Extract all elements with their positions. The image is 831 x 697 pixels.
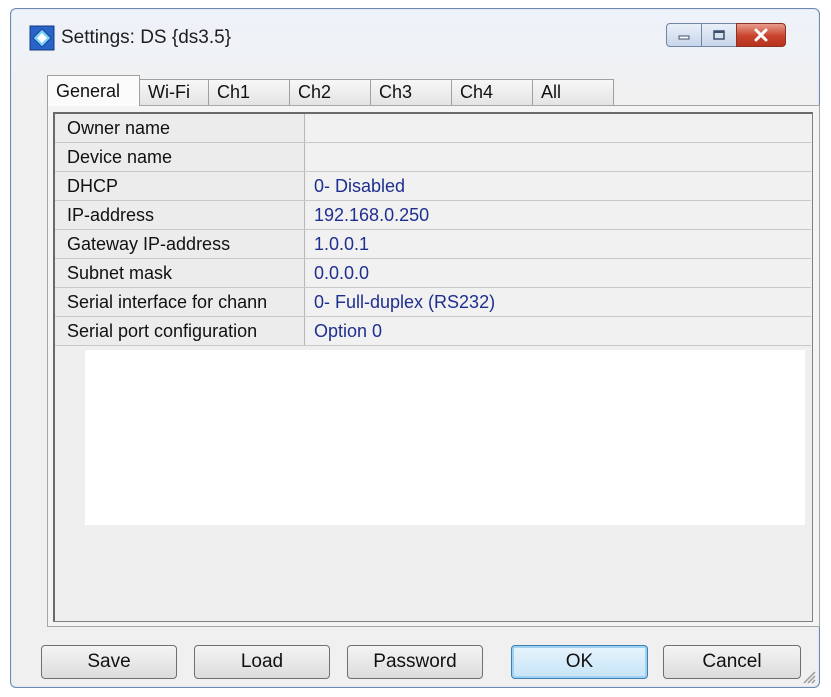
- tab-general[interactable]: General: [47, 75, 140, 106]
- password-button[interactable]: Password: [347, 645, 483, 679]
- property-label: Serial port configuration: [55, 317, 305, 345]
- tab-ch3[interactable]: Ch3: [370, 79, 452, 105]
- property-value[interactable]: 192.168.0.250: [306, 201, 811, 229]
- property-label: Device name: [55, 143, 305, 171]
- property-row-serial-port-configuration[interactable]: Serial port configuration Option 0: [55, 317, 811, 346]
- property-value[interactable]: Option 0: [306, 317, 811, 345]
- tab-panel-general: Owner name Device name DHCP 0- Disabled …: [47, 105, 820, 627]
- minimize-icon: [678, 35, 690, 40]
- tab-label: All: [541, 82, 562, 102]
- maximize-button[interactable]: [701, 23, 737, 47]
- load-button-label: Load: [240, 651, 284, 672]
- property-label: Owner name: [55, 114, 305, 142]
- property-grid[interactable]: Owner name Device name DHCP 0- Disabled …: [53, 112, 813, 622]
- property-value[interactable]: [306, 143, 811, 171]
- property-label: Serial interface for chann: [55, 288, 305, 316]
- property-label: Gateway IP-address: [55, 230, 305, 258]
- settings-app-icon: [29, 25, 55, 51]
- property-row-subnet-mask[interactable]: Subnet mask 0.0.0.0: [55, 259, 811, 288]
- title-bar[interactable]: Settings: DS {ds3.5}: [11, 9, 819, 67]
- tab-label: Ch3: [379, 82, 413, 102]
- property-label: Subnet mask: [55, 259, 305, 287]
- window-title: Settings: DS {ds3.5}: [61, 27, 232, 48]
- tab-wifi[interactable]: Wi-Fi: [139, 79, 209, 105]
- property-row-serial-interface[interactable]: Serial interface for chann 0- Full-duple…: [55, 288, 811, 317]
- tab-label: Ch2: [298, 82, 332, 102]
- property-value[interactable]: 1.0.0.1: [306, 230, 811, 258]
- property-row-dhcp[interactable]: DHCP 0- Disabled: [55, 172, 811, 201]
- property-value[interactable]: 0.0.0.0: [306, 259, 811, 287]
- property-row-owner-name[interactable]: Owner name: [55, 114, 811, 143]
- property-row-device-name[interactable]: Device name: [55, 143, 811, 172]
- grid-empty-area: [85, 350, 805, 525]
- property-label: IP-address: [55, 201, 305, 229]
- cancel-button[interactable]: Cancel: [663, 645, 801, 679]
- tab-ch1[interactable]: Ch1: [208, 79, 290, 105]
- close-button[interactable]: [736, 23, 786, 47]
- tab-label: General: [56, 81, 121, 101]
- tab-ch4[interactable]: Ch4: [451, 79, 533, 105]
- property-label: DHCP: [55, 172, 305, 200]
- close-icon: [754, 28, 768, 42]
- property-row-gateway-ip-address[interactable]: Gateway IP-address 1.0.0.1: [55, 230, 811, 259]
- settings-window: Settings: DS {ds3.5} General Wi-Fi Ch1 C…: [10, 8, 820, 688]
- tab-ch2[interactable]: Ch2: [289, 79, 371, 105]
- resize-grip-icon[interactable]: [800, 668, 816, 684]
- cancel-button-label: Cancel: [702, 651, 762, 672]
- tab-label: Ch4: [460, 82, 494, 102]
- maximize-icon: [713, 30, 725, 40]
- ok-button-label: OK: [565, 651, 594, 672]
- load-button[interactable]: Load: [194, 645, 330, 679]
- tab-all[interactable]: All: [532, 79, 614, 105]
- property-value[interactable]: [306, 114, 811, 142]
- save-button-label: Save: [87, 651, 131, 672]
- tab-label: Ch1: [217, 82, 251, 102]
- password-button-label: Password: [373, 651, 457, 672]
- minimize-button[interactable]: [666, 23, 702, 47]
- tab-label: Wi-Fi: [148, 82, 190, 102]
- save-button[interactable]: Save: [41, 645, 177, 679]
- property-value[interactable]: 0- Full-duplex (RS232): [306, 288, 811, 316]
- property-value[interactable]: 0- Disabled: [306, 172, 811, 200]
- ok-button[interactable]: OK: [511, 645, 648, 679]
- property-row-ip-address[interactable]: IP-address 192.168.0.250: [55, 201, 811, 230]
